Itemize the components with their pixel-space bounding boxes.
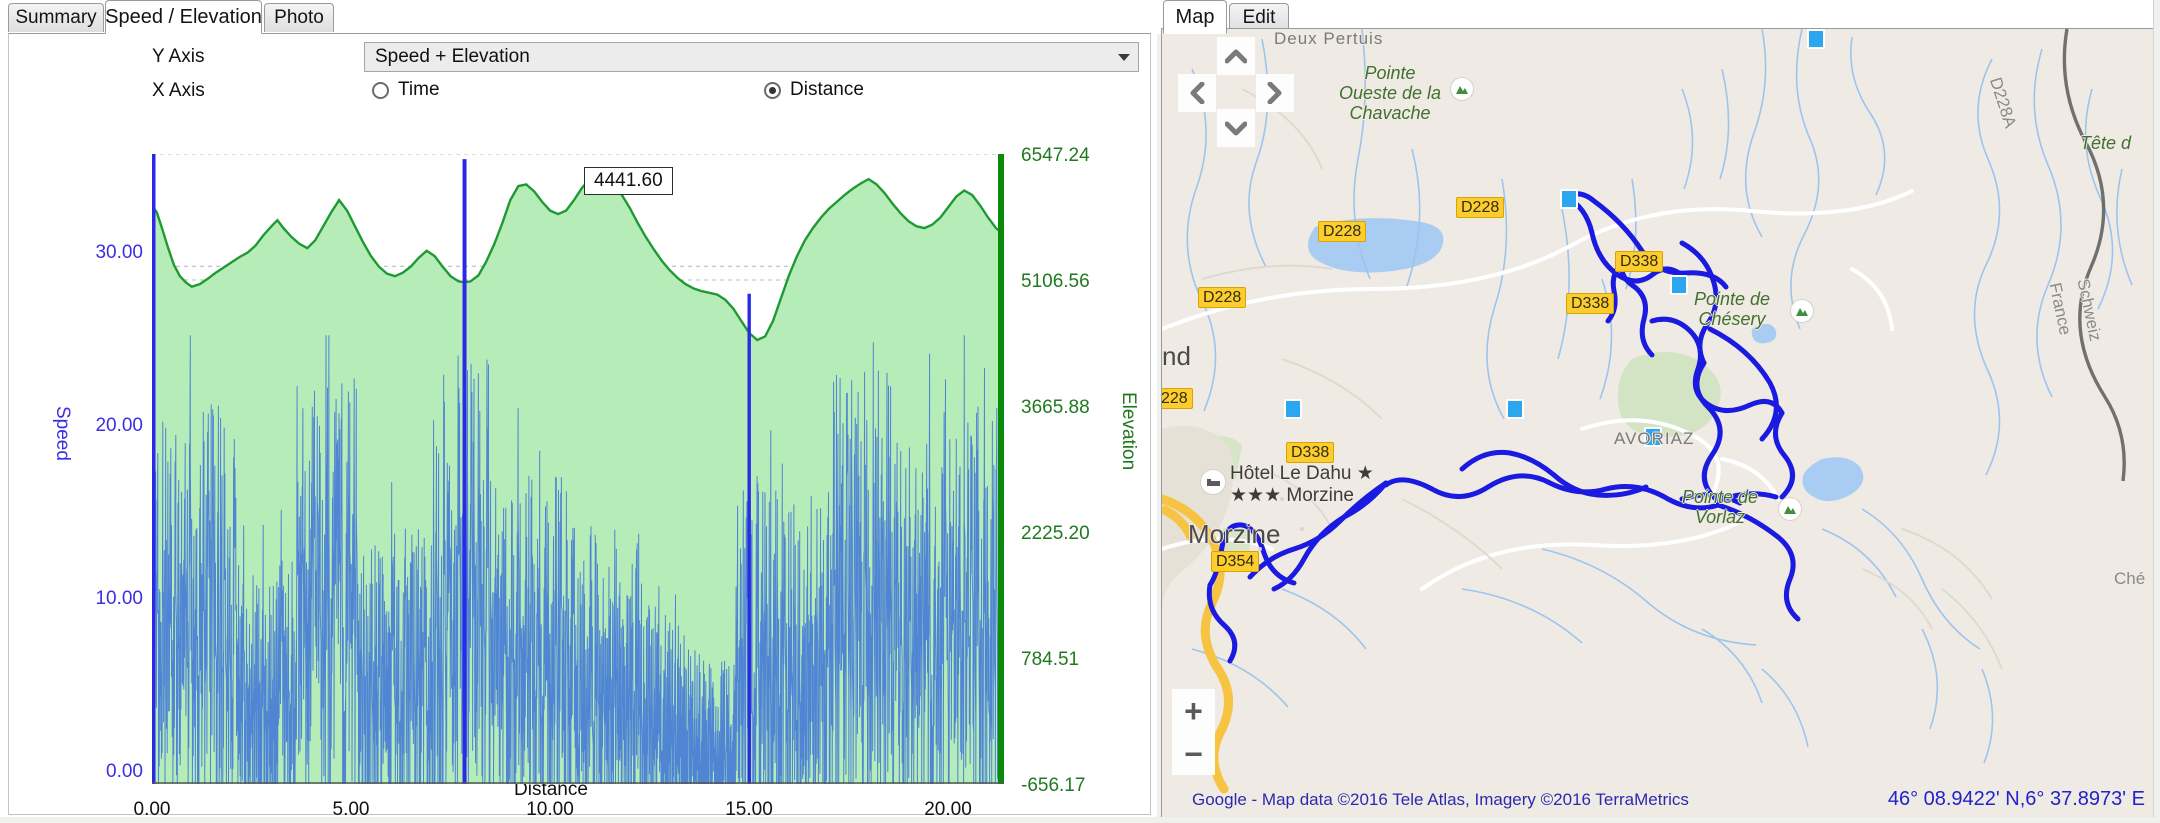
y-axis-select[interactable]: Speed + Elevation xyxy=(364,42,1139,72)
chart-plot-area[interactable] xyxy=(152,154,1004,784)
chevron-left-icon xyxy=(1190,82,1205,104)
chevron-up-icon xyxy=(1225,49,1247,64)
road-badge: 228 xyxy=(1162,388,1193,409)
map-pan-controls[interactable] xyxy=(1178,37,1294,147)
application-window: Summary Speed / Elevation Photo Y Axis S… xyxy=(0,0,2160,823)
mountain-glyph xyxy=(1456,85,1468,94)
mountain-glyph xyxy=(1796,307,1808,316)
chevron-right-icon xyxy=(1267,82,1282,104)
zoom-in-label: + xyxy=(1184,692,1203,729)
radio-time-indicator[interactable] xyxy=(372,81,389,99)
x-axis-label: X Axis xyxy=(152,80,205,101)
y2-axis-title: Elevation xyxy=(1118,392,1139,471)
map-attribution: Google - Map data ©2016 Tele Atlas, Imag… xyxy=(1192,790,1689,809)
map-coordinates: 46° 08.9422' N,6° 37.8973' E xyxy=(1887,788,2145,810)
radio-time[interactable]: Time xyxy=(372,79,440,101)
road-badge: D228 xyxy=(1318,221,1367,242)
tab-summary[interactable]: Summary xyxy=(8,3,104,32)
y-axis-select-value: Speed + Elevation xyxy=(375,46,530,67)
chart-svg xyxy=(152,154,1004,784)
pan-right-button[interactable] xyxy=(1256,74,1294,112)
y2-tick: 2225.20 xyxy=(1021,523,1090,544)
pan-up-button[interactable] xyxy=(1217,37,1255,75)
panel-scroll-strip[interactable] xyxy=(2153,0,2160,823)
track-marker[interactable] xyxy=(1807,29,1825,49)
tab-photo-label: Photo xyxy=(274,7,324,28)
y-tick: 30.00 xyxy=(95,242,143,263)
zoom-out-label: − xyxy=(1184,735,1203,772)
tab-photo[interactable]: Photo xyxy=(264,3,334,32)
y2-tick: 784.51 xyxy=(1021,649,1080,670)
y2-tick: -656.17 xyxy=(1021,775,1086,796)
tab-speed-elevation[interactable]: Speed / Elevation xyxy=(105,0,262,34)
mountain-icon xyxy=(1790,299,1814,323)
map-viewport[interactable]: + − Pointe Oueste de la Chavache Pointe … xyxy=(1161,28,2156,819)
mountain-icon xyxy=(1778,497,1802,521)
track-marker[interactable] xyxy=(1644,427,1662,447)
radio-distance-label: Distance xyxy=(790,79,864,100)
road-badge: D338 xyxy=(1286,442,1335,463)
mountain-glyph xyxy=(1784,505,1796,514)
map-zoom-controls[interactable]: + − xyxy=(1172,689,1215,775)
road-badge: D338 xyxy=(1566,293,1615,314)
chevron-down-icon xyxy=(1118,53,1130,61)
left-tabstrip: Summary Speed / Elevation Photo xyxy=(0,0,1157,34)
tab-map[interactable]: Map xyxy=(1163,0,1227,34)
track-marker[interactable] xyxy=(1670,275,1688,295)
road-badge: D354 xyxy=(1211,551,1260,572)
radio-distance[interactable]: Distance xyxy=(764,79,864,101)
pan-down-button[interactable] xyxy=(1217,109,1255,147)
track-marker[interactable] xyxy=(1284,399,1302,419)
tab-speed-elevation-label: Speed / Elevation xyxy=(105,5,262,28)
window-bottom-strip xyxy=(0,817,2160,823)
y-tick: 10.00 xyxy=(95,588,143,609)
road-badge: D228 xyxy=(1456,197,1505,218)
y-axis-row: Y Axis xyxy=(152,46,204,68)
mountain-icon xyxy=(1450,77,1474,101)
left-panel-body: Y Axis Speed + Elevation X Axis Time Dis… xyxy=(8,33,1152,820)
map-panel: Map Edit + − Pointe Oueste de la Chavach… xyxy=(1157,0,2160,823)
tab-summary-label: Summary xyxy=(15,7,97,28)
tab-edit-label: Edit xyxy=(1242,7,1276,28)
y-tick: 20.00 xyxy=(95,415,143,436)
y2-tick: 5106.56 xyxy=(1021,271,1090,292)
x-axis-row: X Axis xyxy=(152,80,205,102)
road-badge: D338 xyxy=(1615,251,1664,272)
speed-elevation-chart: Speed Elevation Distance 0.00 10.00 20.0… xyxy=(9,134,1152,820)
zoom-out-button[interactable]: − xyxy=(1172,732,1215,775)
hotel-icon xyxy=(1200,469,1226,495)
chevron-down-icon xyxy=(1225,121,1247,136)
chart-tooltip: 4441.60 xyxy=(584,167,673,195)
pan-left-button[interactable] xyxy=(1178,74,1216,112)
radio-distance-indicator[interactable] xyxy=(764,81,781,99)
hotel-glyph xyxy=(1206,478,1220,486)
speed-elevation-panel: Summary Speed / Elevation Photo Y Axis S… xyxy=(0,0,1157,823)
track-marker[interactable] xyxy=(1506,399,1524,419)
y2-tick: 3665.88 xyxy=(1021,397,1090,418)
road-badge: D228 xyxy=(1198,287,1247,308)
y2-tick: 6547.24 xyxy=(1021,145,1090,166)
y-axis-label: Y Axis xyxy=(152,46,205,67)
map-basemap xyxy=(1162,29,2155,818)
tab-map-label: Map xyxy=(1175,5,1215,28)
zoom-in-button[interactable]: + xyxy=(1172,689,1215,732)
y-tick: 0.00 xyxy=(106,761,143,782)
radio-time-label: Time xyxy=(398,79,440,100)
track-marker[interactable] xyxy=(1560,189,1578,209)
